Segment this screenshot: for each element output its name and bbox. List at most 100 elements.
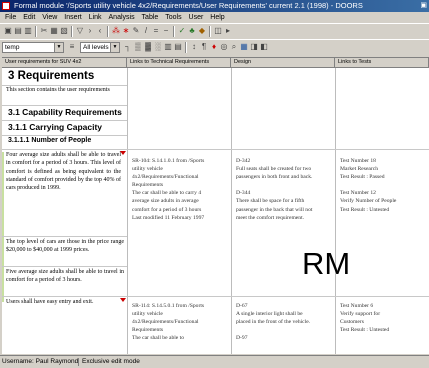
row-divider <box>2 266 127 267</box>
menu-view[interactable]: View <box>42 14 57 21</box>
grid-icon[interactable]: ◨ <box>250 43 258 51</box>
unlink-icon[interactable]: ∗ <box>122 27 130 35</box>
outline-icon[interactable]: ¶ <box>200 43 208 51</box>
rm-overlay-label: RM <box>302 246 351 281</box>
paragraph-icon[interactable]: ◧ <box>260 43 268 51</box>
cut-icon[interactable]: ✂ <box>40 27 48 35</box>
next-icon[interactable]: ▸ <box>224 27 232 35</box>
pen-icon[interactable]: ✎ <box>132 27 140 35</box>
test-line: Verify support for <box>340 311 381 318</box>
design-line: D-342 <box>236 158 251 164</box>
requirement-comfort-tech-links[interactable]: SR-104: S.14.1.0.1 from /Sports utility … <box>132 157 230 222</box>
arrow-right-icon[interactable]: › <box>86 27 94 35</box>
design-line: placed in the front of the vehicle. <box>236 319 311 326</box>
tree-icon[interactable]: ♣ <box>188 27 196 35</box>
requirement-comfort[interactable]: Four average size adults shall be able t… <box>6 151 121 192</box>
check-icon[interactable]: ✓ <box>178 27 186 35</box>
menu-analysis[interactable]: Analysis <box>109 14 135 21</box>
filter-icon[interactable]: ▽ <box>76 27 84 35</box>
link-flag-icon[interactable] <box>120 298 126 302</box>
requirement-entry-tech-links[interactable]: SR-114: S.14.5.0.1 from /Sports utility … <box>132 302 230 342</box>
row-divider <box>2 236 127 237</box>
tech-link-line: Requirements <box>132 327 164 334</box>
design-line: There shall be space for a fifth <box>236 198 305 205</box>
tech-link-line: The car shall be able to carry 4 <box>132 190 202 197</box>
menu-link[interactable]: Link <box>89 14 102 21</box>
row-divider <box>2 105 127 106</box>
menu-edit[interactable]: Edit <box>23 14 35 21</box>
column-header-user-requirements[interactable]: User requirements for SUV 4x2 <box>2 58 127 68</box>
expand-icon[interactable]: ┐ <box>124 43 132 51</box>
row-divider <box>2 296 429 297</box>
rows-icon[interactable]: ▤ <box>174 43 182 51</box>
requirement-entry-design[interactable]: D-67 A single interior light shall be pl… <box>236 302 334 342</box>
target-icon[interactable]: ◎ <box>220 43 228 51</box>
menu-file[interactable]: File <box>5 14 16 21</box>
window-control-icon[interactable]: ▣ <box>420 0 427 12</box>
link-flag-icon[interactable] <box>120 151 126 155</box>
module-grid[interactable]: User requirements for SUV 4x2 Links to T… <box>2 57 429 354</box>
test-line: Test Number 6 <box>340 303 374 309</box>
find-icon[interactable]: ⌕ <box>230 43 238 51</box>
requirement-entry-tests[interactable]: Test Number 6 Verify support for Custome… <box>340 302 428 334</box>
status-username: Username: Paul Raymond <box>2 358 79 365</box>
doors-window: Formal module '/Sports utility vehicle 4… <box>0 0 429 368</box>
menu-help[interactable]: Help <box>210 14 224 21</box>
column-header-design[interactable]: Design <box>231 58 335 68</box>
heading-number-of-people[interactable]: 3.1.1.1 Number of People <box>8 137 91 144</box>
menu-table[interactable]: Table <box>142 14 159 21</box>
zoom-icon[interactable]: ◫ <box>214 27 222 35</box>
main-toolbar: ▣ ▤ ▥ ✂ ▦ ▧ ▽ › ‹ ⁂ ∗ ✎ / = − ✓ ♣ ◆ ◫ ▸ <box>0 23 429 39</box>
sort-icon[interactable]: ↕ <box>190 43 198 51</box>
level-select[interactable]: All levels ▼ <box>80 42 120 53</box>
column-divider <box>231 68 232 354</box>
copy-icon[interactable]: ▦ <box>50 27 58 35</box>
row-divider <box>2 149 429 150</box>
bookmark-icon[interactable]: ♦ <box>210 43 218 51</box>
paste-icon[interactable]: ▧ <box>60 27 68 35</box>
columns-icon[interactable]: ▥ <box>164 43 172 51</box>
column-header-tests[interactable]: Links to Tests <box>335 58 429 68</box>
minus-icon[interactable]: − <box>162 27 170 35</box>
view-select[interactable]: temp ▼ <box>2 42 64 53</box>
toolbar-divider <box>173 26 175 37</box>
heading-capability[interactable]: 3.1 Capability Requirements <box>8 107 122 117</box>
change-bar <box>2 152 4 302</box>
design-line: D-344 <box>236 190 251 197</box>
tech-link-line: utility vehicle <box>132 311 163 318</box>
heading-carrying-capacity[interactable]: 3.1.1 Carrying Capacity <box>8 122 102 132</box>
intro-paragraph[interactable]: This section contains the user requireme… <box>6 86 124 94</box>
open-icon[interactable]: ▥ <box>24 27 32 35</box>
layout-icon[interactable]: ░ <box>154 43 162 51</box>
note-price-range[interactable]: The top level of cars are those in the p… <box>6 238 124 255</box>
requirement-comfort-design[interactable]: D-342 Full seats shall be created for tw… <box>236 157 334 222</box>
menu-bar: File Edit View Insert Link Analysis Tabl… <box>0 12 429 23</box>
menu-user[interactable]: User <box>189 14 204 21</box>
slash-icon[interactable]: / <box>142 27 150 35</box>
table-icon[interactable]: ▦ <box>240 43 248 51</box>
save-icon[interactable]: ▣ <box>4 27 12 35</box>
design-line: meet the comfort requirement. <box>236 214 305 221</box>
toolbar-divider <box>35 26 37 37</box>
design-line: Full seats shall be created for two <box>236 166 312 173</box>
column-divider <box>127 68 128 354</box>
menu-insert[interactable]: Insert <box>64 14 82 21</box>
requirement-five-adults[interactable]: Five average size adults shall be able t… <box>6 268 124 285</box>
link-icon[interactable]: ⁂ <box>112 27 120 35</box>
column-header-technical-links[interactable]: Links to Technical Requirements <box>127 58 231 68</box>
requirement-easy-entry[interactable]: Users shall have easy entry and exit. <box>6 298 121 306</box>
requirement-comfort-tests[interactable]: Test Number 18 Market Research Test Resu… <box>340 157 428 214</box>
color-icon[interactable]: ▓ <box>144 43 152 51</box>
arrow-left-icon[interactable]: ‹ <box>96 27 104 35</box>
tech-link-line: utility vehicle <box>132 166 163 173</box>
equals-icon[interactable]: = <box>152 27 160 35</box>
format-icon[interactable]: ▒ <box>134 43 142 51</box>
print-icon[interactable]: ▤ <box>14 27 22 35</box>
level-icon[interactable]: ≡ <box>68 43 76 51</box>
design-spacer <box>236 326 334 334</box>
status-bar: Username: Paul Raymond Exclusive edit mo… <box>0 355 429 368</box>
object-icon[interactable]: ◆ <box>198 27 206 35</box>
heading-requirements[interactable]: 3 Requirements <box>8 70 94 82</box>
chevron-down-icon: ▼ <box>110 43 119 52</box>
menu-tools[interactable]: Tools <box>165 14 181 21</box>
